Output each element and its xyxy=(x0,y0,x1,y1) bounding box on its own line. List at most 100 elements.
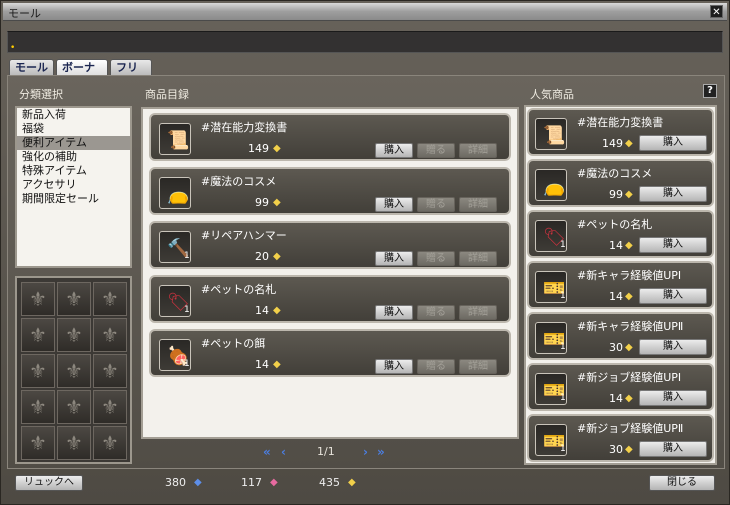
last-page-icon[interactable]: » xyxy=(377,445,385,459)
fleur-icon[interactable]: ⚜ xyxy=(21,354,55,388)
fleur-icon[interactable]: ⚜ xyxy=(93,318,127,352)
detail-button[interactable]: 詳細 xyxy=(459,197,497,212)
detail-button[interactable]: 詳細 xyxy=(459,251,497,266)
item-name: #潜在能力変換書 xyxy=(577,116,664,129)
prev-page-icon[interactable]: ‹ xyxy=(281,445,286,459)
currency-blue-value: 380 xyxy=(165,476,186,489)
tab-mall[interactable]: モール xyxy=(9,59,54,76)
buy-button[interactable]: 購入 xyxy=(639,186,707,202)
fleur-icon[interactable]: ⚜ xyxy=(57,426,91,460)
close-button[interactable]: 閉じる xyxy=(649,475,715,491)
item-price: 30 xyxy=(609,443,623,456)
category-item[interactable]: 期間限定セール xyxy=(17,192,130,206)
gift-button[interactable]: 贈る xyxy=(417,251,455,266)
currency-pink-value: 117 xyxy=(241,476,262,489)
list-item[interactable]: 👝 #魔法のコスメ 99 ◆ 購入 贈る 詳細 xyxy=(149,167,511,215)
detail-button[interactable]: 詳細 xyxy=(459,305,497,320)
gift-button[interactable]: 贈る xyxy=(417,197,455,212)
category-item[interactable]: 新品入荷 xyxy=(17,108,130,122)
category-item[interactable]: 福袋 xyxy=(17,122,130,136)
category-heading: 分類選択 xyxy=(19,88,63,101)
item-name: #ペットの名札 xyxy=(201,283,277,296)
list-item[interactable]: 🔨 1 #リペアハンマー 20 ◆ 購入 贈る 詳細 xyxy=(149,221,511,269)
gift-button[interactable]: 贈る xyxy=(417,143,455,158)
gift-button[interactable]: 贈る xyxy=(417,359,455,374)
pouch-icon: 👝 xyxy=(167,184,190,205)
buy-button[interactable]: 購入 xyxy=(375,143,413,158)
list-item[interactable]: 🍖 1 #ペットの餌 14 ◆ 購入 贈る 詳細 xyxy=(149,329,511,377)
title-bar[interactable]: モール ✕ xyxy=(3,3,727,21)
category-item[interactable]: 強化の補助 xyxy=(17,150,130,164)
fleur-icon[interactable]: ⚜ xyxy=(57,282,91,316)
popular-item[interactable]: 🎫 1 #新ジョブ経験値UPⅡ 30 ◆ 購入 xyxy=(527,414,714,462)
scroll-icon: 📜 xyxy=(167,130,190,151)
list-item[interactable]: 📜 #潜在能力変換書 149 ◆ 購入 贈る 詳細 xyxy=(149,113,511,161)
item-icon: 👝 xyxy=(159,177,191,209)
buy-button[interactable]: 購入 xyxy=(375,305,413,320)
fleur-icon[interactable]: ⚜ xyxy=(57,390,91,424)
fleur-icon[interactable]: ⚜ xyxy=(93,426,127,460)
fleur-icon[interactable]: ⚜ xyxy=(93,354,127,388)
category-item[interactable]: アクセサリ xyxy=(17,178,130,192)
fleur-icon[interactable]: ⚜ xyxy=(21,390,55,424)
buy-button[interactable]: 購入 xyxy=(375,251,413,266)
buy-button[interactable]: 購入 xyxy=(639,135,707,151)
item-price: 14 xyxy=(609,392,623,405)
buy-button[interactable]: 購入 xyxy=(375,197,413,212)
item-name: #潜在能力変換書 xyxy=(201,121,288,134)
gold-gem-icon: ◆ xyxy=(273,305,281,316)
buy-button[interactable]: 購入 xyxy=(375,359,413,374)
item-icon: 📜 xyxy=(159,123,191,155)
fleur-icon[interactable]: ⚜ xyxy=(93,390,127,424)
fleur-icon[interactable]: ⚜ xyxy=(21,282,55,316)
buy-button[interactable]: 購入 xyxy=(639,441,707,457)
scroll-icon: 📜 xyxy=(543,125,566,146)
item-name: #魔法のコスメ xyxy=(201,175,277,188)
buy-button[interactable]: 購入 xyxy=(639,237,707,253)
list-item[interactable]: 🏷 1 #ペットの名札 14 ◆ 購入 贈る 詳細 xyxy=(149,275,511,323)
item-price: 99 xyxy=(255,196,269,209)
help-icon[interactable]: ? xyxy=(703,84,717,98)
popular-item[interactable]: 🎫 1 #新キャラ経験値UPⅠ 14 ◆ 購入 xyxy=(527,261,714,309)
fleur-icon[interactable]: ⚜ xyxy=(93,282,127,316)
item-price: 14 xyxy=(609,239,623,252)
popular-item[interactable]: 🎫 1 #新ジョブ経験値UPⅠ 14 ◆ 購入 xyxy=(527,363,714,411)
gold-gem-icon: ◆ xyxy=(273,251,281,262)
popular-item[interactable]: 🎫 1 #新キャラ経験値UPⅡ 30 ◆ 購入 xyxy=(527,312,714,360)
item-price: 30 xyxy=(609,341,623,354)
close-icon[interactable]: ✕ xyxy=(710,5,723,18)
popular-item[interactable]: 👝 #魔法のコスメ 99 ◆ 購入 xyxy=(527,159,714,207)
item-icon: 🎫 1 xyxy=(535,373,567,405)
item-icon: 🏷 1 xyxy=(535,220,567,252)
buy-button[interactable]: 購入 xyxy=(639,390,707,406)
fleur-icon[interactable]: ⚜ xyxy=(57,318,91,352)
item-icon: 👝 xyxy=(535,169,567,201)
buy-button[interactable]: 購入 xyxy=(639,339,707,355)
item-name: #魔法のコスメ xyxy=(577,167,653,180)
popular-item[interactable]: 📜 #潜在能力変換書 149 ◆ 購入 xyxy=(527,108,714,156)
detail-button[interactable]: 詳細 xyxy=(459,359,497,374)
item-name: #新ジョブ経験値UPⅡ xyxy=(577,422,684,435)
next-page-icon[interactable]: › xyxy=(363,445,368,459)
tab-free[interactable]: フリー xyxy=(110,59,152,90)
gift-button[interactable]: 贈る xyxy=(417,305,455,320)
mall-window: モール ✕ • モール ボーナス フリー 分類選択 商品目録 人気商品 ? 新品… xyxy=(0,0,730,505)
item-icon: 🏷 1 xyxy=(159,285,191,317)
fleur-icon[interactable]: ⚜ xyxy=(21,318,55,352)
popular-item[interactable]: 🏷 1 #ペットの名札 14 ◆ 購入 xyxy=(527,210,714,258)
list-heading: 商品目録 xyxy=(145,88,189,101)
item-price: 99 xyxy=(609,188,623,201)
buy-button[interactable]: 購入 xyxy=(639,288,707,304)
category-item-selected[interactable]: 便利アイテム xyxy=(17,136,130,150)
item-icon: 🍖 1 xyxy=(159,339,191,371)
item-name: #ペットの餌 xyxy=(201,337,266,350)
category-item[interactable]: 特殊アイテム xyxy=(17,164,130,178)
blue-gem-icon: ◆ xyxy=(194,477,202,488)
fleur-icon[interactable]: ⚜ xyxy=(57,354,91,388)
item-price: 149 xyxy=(602,137,623,150)
backpack-button[interactable]: リュックへ xyxy=(15,475,83,491)
tab-bonus[interactable]: ボーナス xyxy=(56,59,108,90)
fleur-icon[interactable]: ⚜ xyxy=(21,426,55,460)
first-page-icon[interactable]: « xyxy=(263,445,271,459)
detail-button[interactable]: 詳細 xyxy=(459,143,497,158)
